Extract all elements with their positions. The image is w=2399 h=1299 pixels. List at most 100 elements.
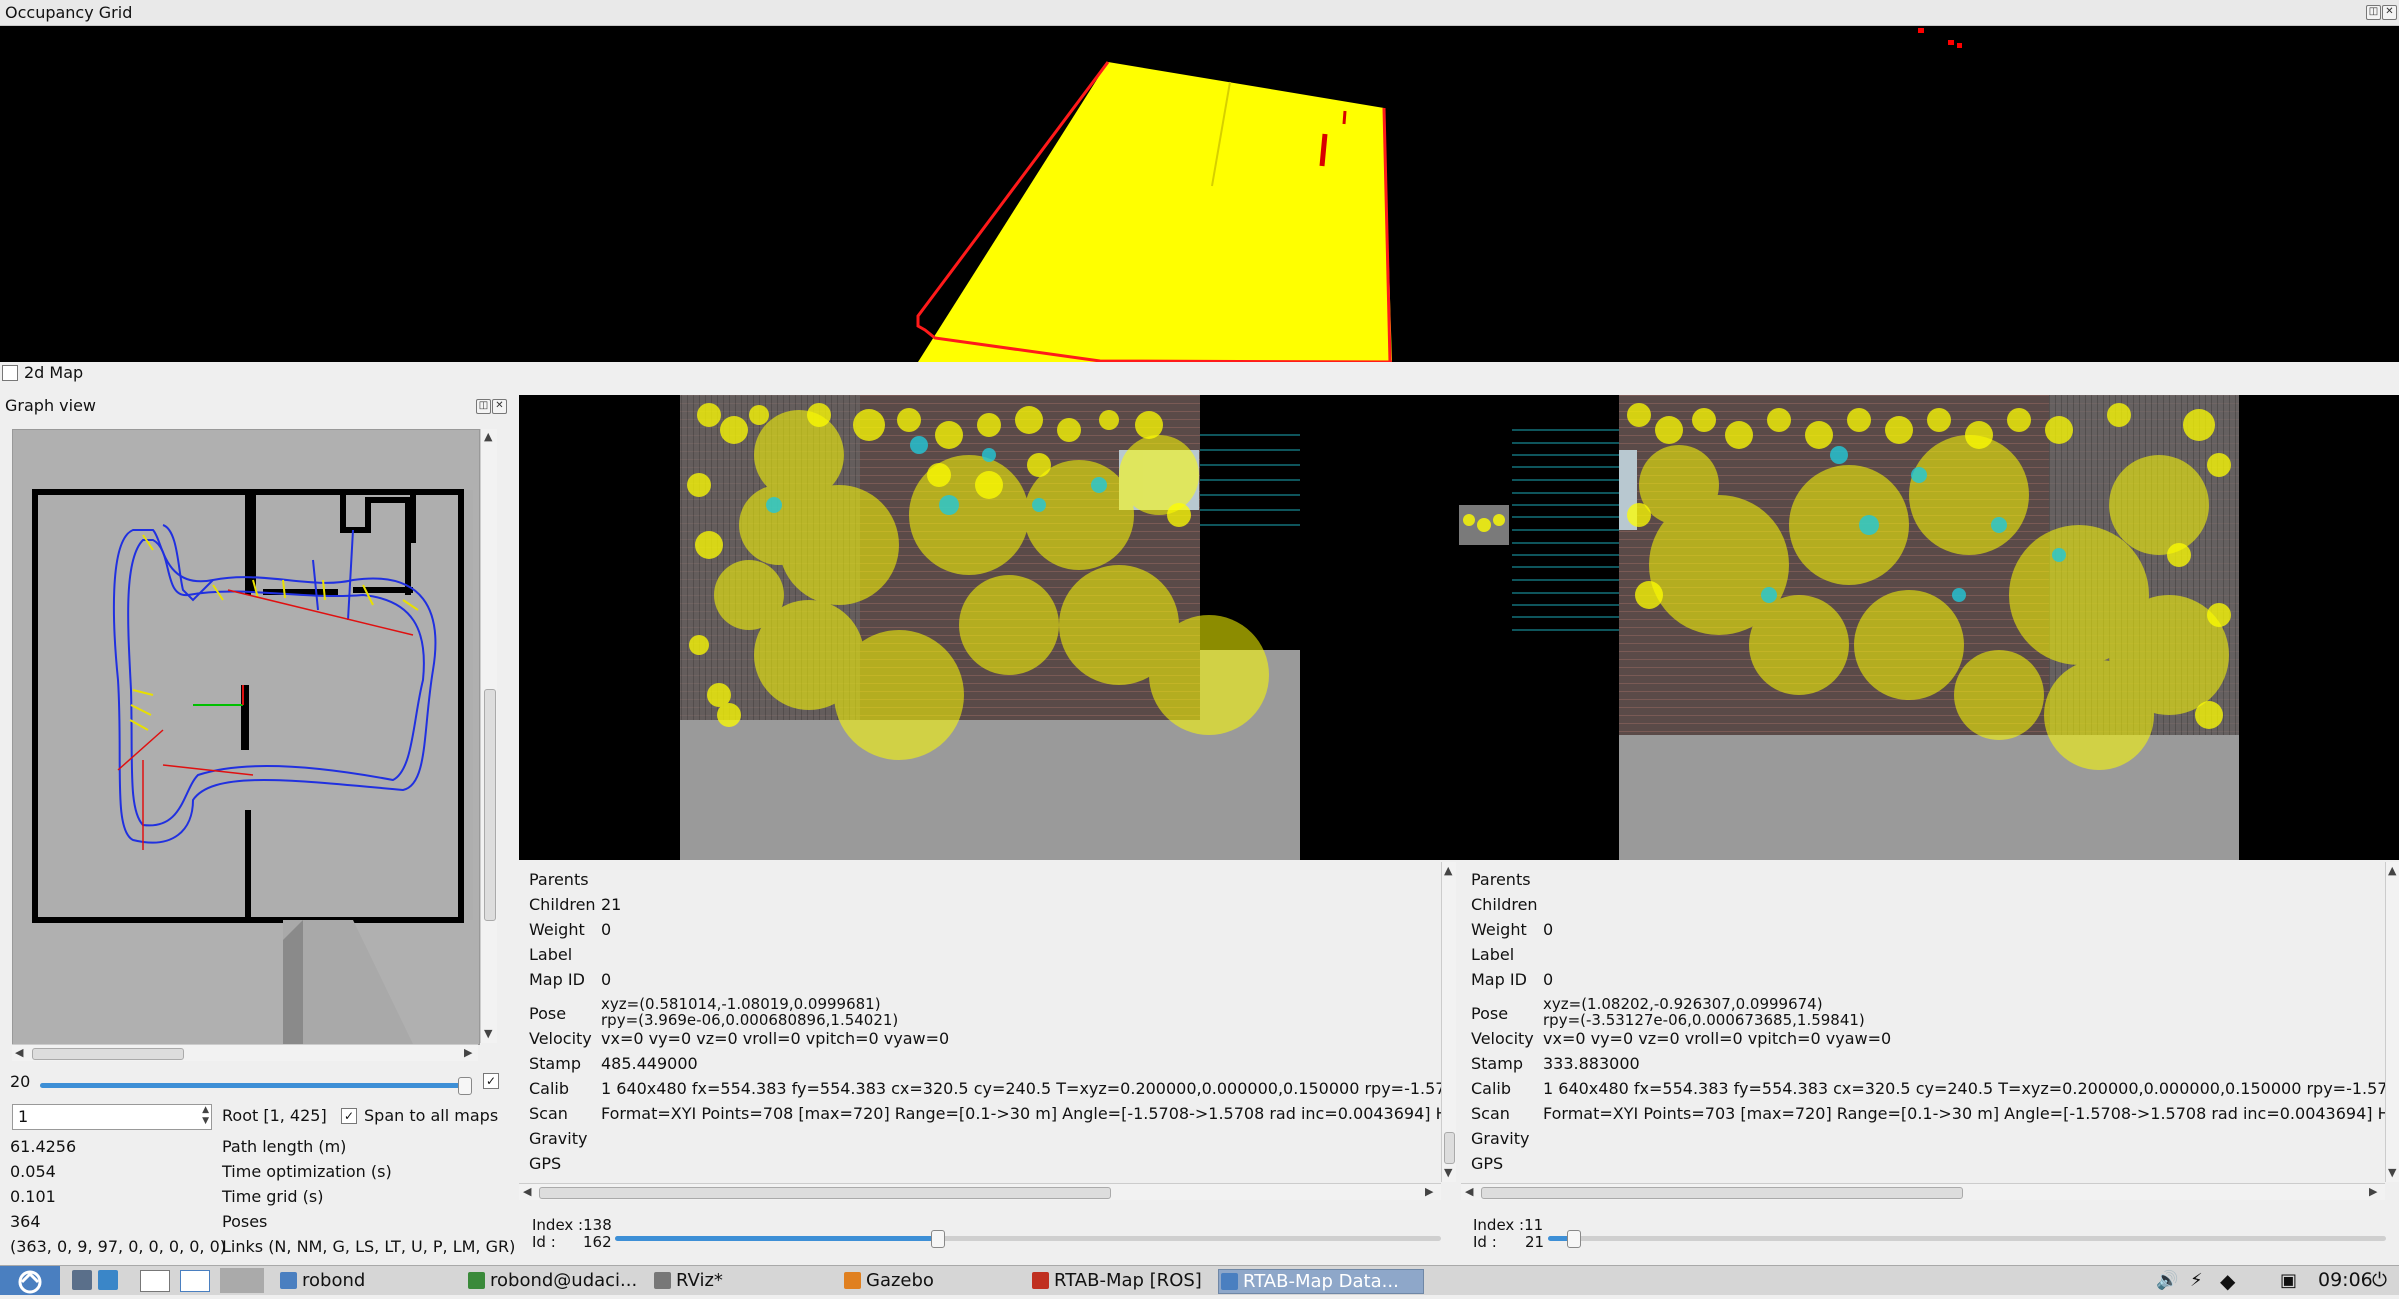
float-icon[interactable]: ◫ [2366,5,2381,20]
info-label: Velocity [1471,1029,1534,1048]
graph-hscroll[interactable]: ◀ ▶ [12,1044,478,1061]
taskbar-item-label: RTAB-Map Data... [1243,1271,1399,1292]
left-node-info-panel: Parents Children 21 Weight 0 Label Map ID 0 Pose… [519,862,1441,1182]
taskbar-item-label: RTAB-Map [ROS] [1054,1270,1202,1291]
graph-slider-handle[interactable] [458,1077,472,1095]
info-label: Parents [1471,870,1531,889]
taskbar-item[interactable]: RTAB-Map [ROS] [1030,1269,1224,1292]
map-toggle-row: 2d Map [0,362,2399,384]
image-comparison-view[interactable] [519,395,2399,860]
stat-label: Path length (m) [222,1137,347,1156]
left-index-label: Index :138 [532,1216,612,1234]
show-desktop-icon[interactable] [140,1270,170,1292]
graph-slider-checkbox[interactable]: ✓ [483,1073,499,1089]
clock[interactable]: 09:06 [2318,1269,2373,1291]
span-all-maps-checkbox[interactable]: ✓ [341,1108,357,1124]
map-2d-checkbox[interactable] [2,365,18,381]
info-value: 0 [601,920,612,939]
close-icon[interactable]: ✕ [2382,5,2397,20]
occupancy-grid-view[interactable] [0,26,2399,362]
stat-value: 0.054 [10,1162,56,1181]
browser-icon[interactable] [98,1270,118,1290]
power-icon[interactable]: ⏻ [2372,1269,2387,1291]
right-info-vscroll[interactable]: ▲ ▼ [2385,862,2399,1182]
left-info-vscroll[interactable]: ▲ ▼ [1441,862,1456,1182]
window-title: Occupancy Grid [5,3,133,22]
left-index-slider[interactable] [615,1230,1441,1248]
workspace-icon[interactable] [180,1270,210,1292]
info-label: Scan [529,1104,568,1123]
taskbar-item[interactable]: robond@udaci... [466,1269,660,1292]
power-manager-icon[interactable]: ⚡ [2190,1270,2203,1291]
info-label: Label [1471,945,1515,964]
gazebo-icon [844,1272,861,1289]
start-icon [18,1270,42,1294]
float-icon[interactable]: ◫ [476,399,491,414]
window-icon [1221,1273,1238,1290]
right-index-label: Index :11 [1473,1216,1544,1234]
slider-fill [615,1236,938,1241]
feature-match-render [680,395,2239,860]
graph-slider[interactable] [40,1083,472,1088]
info-label: Label [529,945,573,964]
info-value: vx=0 vy=0 vz=0 vroll=0 vpitch=0 vyaw=0 [1543,1029,1892,1048]
info-value: 333.883000 [1543,1054,1640,1073]
right-info-hscroll[interactable]: ◀ ▶ [1461,1183,2385,1200]
info-label: GPS [1471,1154,1504,1173]
info-label: Weight [1471,920,1527,939]
close-icon[interactable]: ✕ [492,399,507,414]
terminal-icon [468,1272,485,1289]
left-id-value: 162 [583,1233,612,1251]
info-value-secondary: rpy=(-3.53127e-06,0.000673685,1.59841) [1543,1011,1865,1029]
info-value: 1 640x480 fx=554.383 fy=554.383 cx=320.5… [1543,1079,2385,1098]
taskbar: robond robond@udaci... RViz* Gazebo RTAB-Map… [0,1265,2399,1295]
info-value: 485.449000 [601,1054,698,1073]
info-value: 0 [1543,920,1554,939]
taskbar-item[interactable]: robond [278,1269,472,1292]
info-label: Scan [1471,1104,1510,1123]
info-value: vx=0 vy=0 vz=0 vroll=0 vpitch=0 vyaw=0 [601,1029,950,1048]
slider-handle[interactable] [1567,1230,1582,1248]
info-label: Pose [1471,1004,1509,1023]
graph-vscroll[interactable]: ▲ ▼ [480,429,497,1043]
stat-value: (363, 0, 9, 97, 0, 0, 0, 0, 0) [10,1237,227,1256]
info-label: Calib [1471,1079,1512,1098]
volume-icon[interactable]: 🔊 [2156,1270,2178,1291]
span-all-maps-label: Span to all maps [364,1106,499,1125]
right-id-label: Id : [1473,1233,1497,1251]
info-label: Map ID [529,970,585,989]
file-manager-icon[interactable] [72,1270,92,1290]
network-icon[interactable]: ▣ [2280,1270,2297,1291]
info-value-secondary: rpy=(3.969e-06,0.000680896,1.54021) [601,1011,899,1029]
right-id-value: 21 [1525,1233,1545,1251]
taskbar-item[interactable]: RTAB-Map Data... [1218,1269,1424,1294]
taskbar-item[interactable]: Gazebo [842,1269,1036,1292]
info-value: Format=XYI Points=708 [max=720] Range=[0… [601,1104,1441,1123]
update-notifier-icon[interactable]: ◆ [2220,1269,2235,1293]
window-title-bar: Occupancy Grid ◫ ✕ [0,0,2399,26]
info-label: Children [529,895,596,914]
node-id-spinbox[interactable]: 1 ▲ ▼ [12,1104,212,1130]
start-menu-button[interactable] [0,1266,60,1295]
stat-value: 0.101 [10,1187,56,1206]
stat-label: Poses [222,1212,268,1231]
info-label: Calib [529,1079,570,1098]
right-index-slider[interactable] [1548,1230,2386,1248]
taskbar-item-label: RViz* [676,1270,723,1291]
spin-arrows-icon[interactable]: ▲ ▼ [202,1105,209,1127]
stat-value: 61.4256 [10,1137,77,1156]
left-info-hscroll[interactable]: ◀ ▶ [519,1183,1441,1200]
graph-map-canvas[interactable] [12,429,480,1045]
rtabmap-icon [1032,1272,1049,1289]
graph-map-render [13,430,479,1044]
taskbar-item[interactable]: RViz* [652,1269,846,1292]
slider-handle[interactable] [931,1230,946,1248]
occupancy-grid-render [916,28,1962,362]
root-label: Root [1, 425] [222,1106,327,1125]
graph-slider-value: 20 [10,1072,31,1091]
taskbar-item-label: robond [302,1270,366,1291]
workspace-2-icon[interactable] [220,1268,264,1293]
info-label: Weight [529,920,585,939]
info-value: 0 [601,970,612,989]
left-id-label: Id : [532,1233,556,1251]
